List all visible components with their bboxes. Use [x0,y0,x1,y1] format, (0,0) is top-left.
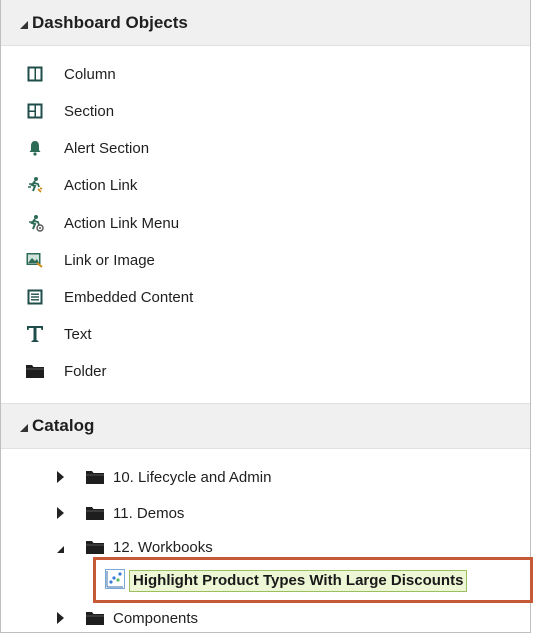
tree-item-label: 12. Workbooks [113,538,213,556]
column-icon [26,65,44,83]
object-alert-section[interactable]: Alert Section [26,136,149,160]
tree-item-label: 10. Lifecycle and Admin [113,468,272,486]
expand-caret-icon[interactable] [53,612,67,624]
object-folder[interactable]: Folder [26,359,107,383]
catalog-folder-demos[interactable]: 11. Demos [53,501,184,525]
object-label: Folder [64,362,107,380]
object-section[interactable]: Section [26,99,114,123]
object-label: Section [64,102,115,120]
object-action-link[interactable]: Action Link [26,173,137,197]
object-text[interactable]: Text [26,322,92,346]
tree-item-label: 11. Demos [113,504,185,522]
object-embedded-content[interactable]: Embedded Content [26,285,193,309]
folder-icon [26,362,44,380]
dashboard-objects-header[interactable]: Dashboard Objects [1,0,530,46]
action-link-icon [26,176,44,194]
folder-icon [86,469,104,485]
catalog-folder-workbooks[interactable]: 12. Workbooks [53,535,213,559]
link-image-icon [26,251,44,269]
workbook-chart-icon [105,568,125,594]
section-icon [26,102,44,120]
text-icon [26,325,44,343]
folder-open-icon [86,539,104,555]
object-label: Action Link [64,176,138,194]
folder-icon [86,505,104,521]
bell-icon [26,139,44,157]
object-label: Text [64,325,92,343]
object-column[interactable]: Column [26,62,116,86]
object-label: Action Link Menu [64,214,180,232]
object-action-link-menu[interactable]: Action Link Menu [26,211,179,235]
catalog-folder-components[interactable]: Components [53,606,198,630]
catalog-folder-lifecycle-admin[interactable]: 10. Lifecycle and Admin [53,465,271,489]
embedded-content-icon [26,288,44,306]
folder-icon [86,610,104,626]
object-link-or-image[interactable]: Link or Image [26,248,155,272]
expand-caret-icon[interactable] [53,471,67,483]
object-label: Embedded Content [64,288,194,306]
action-link-menu-icon [26,214,44,232]
dashboard-builder-panel: Dashboard Objects Column Section Alert S… [0,0,531,633]
dashboard-objects-title: Dashboard Objects [32,12,188,32]
collapse-triangle-icon[interactable] [20,20,28,29]
catalog-title: Catalog [32,416,95,435]
selected-workbook-label: Highlight Product Types With Large Disco… [129,570,468,592]
object-label: Link or Image [64,251,155,269]
expand-caret-icon[interactable] [53,507,67,519]
tree-item-label: Components [113,609,199,627]
object-label: Column [64,65,116,83]
collapse-triangle-icon[interactable] [20,424,28,432]
collapse-caret-icon[interactable] [53,542,67,553]
object-label: Alert Section [64,139,150,157]
catalog-header[interactable]: Catalog [1,403,530,449]
catalog-workbook-highlight-product-types[interactable]: Highlight Product Types With Large Disco… [105,568,468,594]
